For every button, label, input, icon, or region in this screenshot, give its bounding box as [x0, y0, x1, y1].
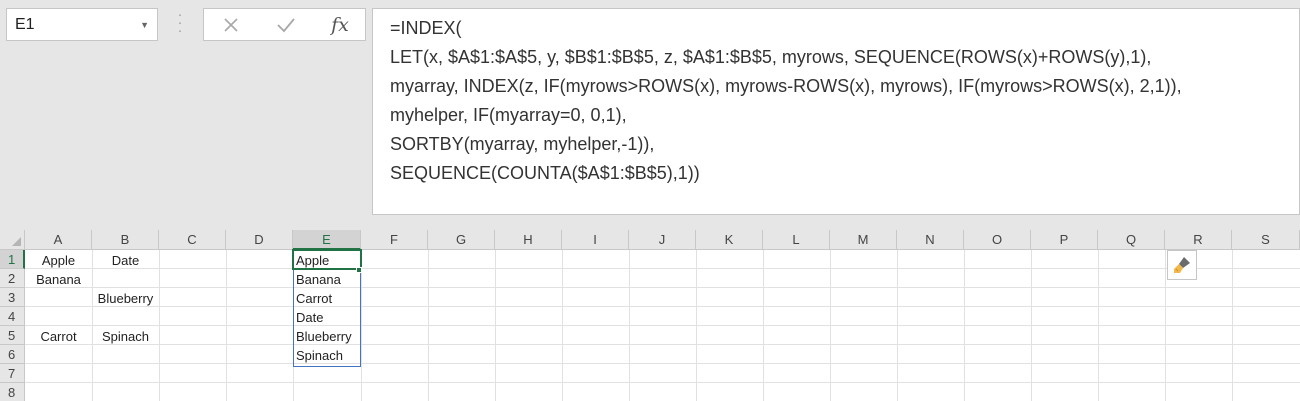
cell-e6[interactable]: Spinach — [293, 346, 361, 365]
gridline — [25, 287, 1300, 288]
column-header-e[interactable]: E — [293, 230, 361, 250]
name-box-value: E1 — [15, 16, 35, 33]
cell-e4[interactable]: Date — [293, 308, 361, 327]
chevron-down-icon[interactable]: ▼ — [140, 20, 149, 30]
column-header-n[interactable]: N — [897, 230, 964, 250]
column-header-s[interactable]: S — [1232, 230, 1300, 250]
cell-e3[interactable]: Carrot — [293, 289, 361, 308]
gridline — [25, 306, 1300, 307]
cell-a1[interactable]: Apple — [25, 251, 92, 270]
column-header-p[interactable]: P — [1031, 230, 1098, 250]
column-header-r[interactable]: R — [1165, 230, 1232, 250]
row-header-7[interactable]: 7 — [0, 364, 25, 383]
cell-a5[interactable]: Carrot — [25, 327, 92, 346]
cell-e2[interactable]: Banana — [293, 270, 361, 289]
gridline — [25, 325, 1300, 326]
formula-buttons: fx — [203, 8, 366, 41]
row-header-2[interactable]: 2 — [0, 269, 25, 288]
name-box[interactable]: E1 ▼ — [6, 8, 158, 41]
check-icon[interactable] — [271, 13, 301, 37]
column-header-d[interactable]: D — [226, 230, 293, 250]
formula-line: SEQUENCE(COUNTA($A$1:$B$5),1)) — [390, 163, 700, 183]
gridline — [25, 382, 1300, 383]
fill-handle[interactable] — [356, 267, 362, 273]
gridline — [25, 344, 1300, 345]
cell-e1[interactable]: Apple — [293, 251, 361, 270]
cell-b1[interactable]: Date — [92, 251, 159, 270]
formula-line: LET(x, $A$1:$A$5, y, $B$1:$B$5, z, $A$1:… — [390, 47, 1152, 67]
row-header-6[interactable]: 6 — [0, 345, 25, 364]
column-header-a[interactable]: A — [25, 230, 92, 250]
cell-b3[interactable]: Blueberry — [92, 289, 159, 308]
formula-line: =INDEX( — [390, 18, 462, 38]
close-icon[interactable] — [216, 13, 246, 37]
quick-analysis-button[interactable] — [1167, 250, 1197, 280]
grip-icon[interactable]: · · · — [176, 7, 184, 37]
paintbrush-icon — [1174, 257, 1190, 273]
row-header-4[interactable]: 4 — [0, 307, 25, 326]
column-header-l[interactable]: L — [763, 230, 830, 250]
row-header-5[interactable]: 5 — [0, 326, 25, 345]
column-header-c[interactable]: C — [159, 230, 226, 250]
cell-a2[interactable]: Banana — [25, 270, 92, 289]
row-header-1[interactable]: 1 — [0, 250, 25, 269]
gridline — [25, 363, 1300, 364]
column-header-h[interactable]: H — [495, 230, 562, 250]
column-header-q[interactable]: Q — [1098, 230, 1165, 250]
column-header-m[interactable]: M — [830, 230, 897, 250]
column-header-i[interactable]: I — [562, 230, 629, 250]
cell-b5[interactable]: Spinach — [92, 327, 159, 346]
select-all-button[interactable] — [0, 230, 25, 250]
gridline — [25, 268, 1300, 269]
column-header-o[interactable]: O — [964, 230, 1031, 250]
cell-e5[interactable]: Blueberry — [293, 327, 361, 346]
column-header-j[interactable]: J — [629, 230, 696, 250]
formula-line: myhelper, IF(myarray=0, 0,1), — [390, 105, 627, 125]
column-header-g[interactable]: G — [428, 230, 495, 250]
row-header-8[interactable]: 8 — [0, 383, 25, 401]
formula-bar-input[interactable]: =INDEX( LET(x, $A$1:$A$5, y, $B$1:$B$5, … — [372, 8, 1300, 215]
column-header-b[interactable]: B — [92, 230, 159, 250]
insert-function-button[interactable]: fx — [325, 13, 355, 37]
spreadsheet-grid[interactable]: A B C D E F G H I J K L M N O P Q R S 1 … — [0, 230, 1300, 401]
formula-line: myarray, INDEX(z, IF(myrows>ROWS(x), myr… — [390, 76, 1182, 96]
row-header-3[interactable]: 3 — [0, 288, 25, 307]
column-header-k[interactable]: K — [696, 230, 763, 250]
formula-line: SORTBY(myarray, myhelper,-1)), — [390, 134, 655, 154]
column-header-f[interactable]: F — [361, 230, 428, 250]
